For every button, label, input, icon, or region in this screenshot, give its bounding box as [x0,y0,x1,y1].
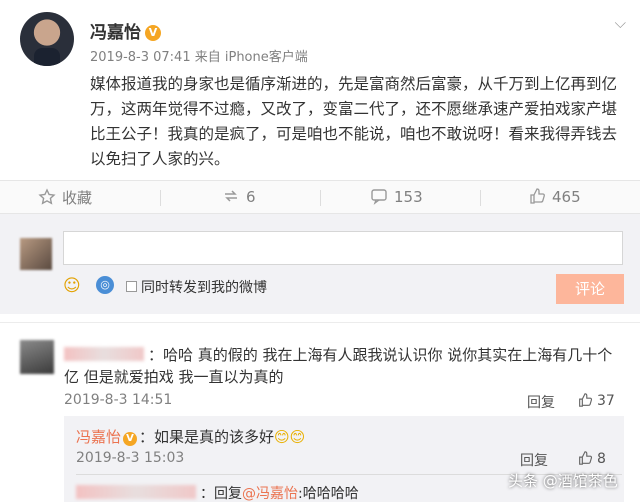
commenter-name[interactable] [64,347,144,361]
sub-reply-text: 冯嘉怡 V ：如果是真的该多好😊😊 [76,428,306,446]
comment-button[interactable]: 153 [370,187,423,206]
comment-icon [371,189,387,205]
author-avatar[interactable] [20,12,74,66]
comment-submit-button[interactable]: 评论 [556,274,624,304]
thumbs-up-icon [579,451,593,465]
comment-text: ：哈哈 真的假的 我在上海有人跟我说认识你 说你其实在上海有几十个亿 但是就爱拍… [64,346,613,386]
chevron-down-icon[interactable]: ⌵ [615,14,626,32]
author-name[interactable]: 冯嘉怡 V [90,18,161,43]
thumbs-up-icon [530,188,545,204]
action-bar: 收藏 6 153 465 [0,180,640,214]
favorite-button[interactable]: 收藏 [38,187,92,208]
source-watermark: 头条 @酒馆茶色 [508,472,618,490]
comment-reply-button[interactable]: 回复 [527,392,555,412]
comment-like-button[interactable]: 37 [577,392,615,409]
current-user-avatar [20,238,52,270]
sub-reply-like-button[interactable]: 8 [577,450,606,467]
post-meta: 2019-8-3 07:41 来自 iPhone客户端 [90,50,308,65]
sub-reply-time: 2019-8-3 15:03 [76,450,185,466]
sub-reply-2-text: ：回复@冯嘉怡:哈哈哈哈 [76,483,359,502]
emoji-icon[interactable]: ☺ [63,276,81,296]
divider [160,190,161,206]
sub-reply-reply-button[interactable]: 回复 [520,450,548,470]
divider [320,190,321,206]
sub-reply-author[interactable]: 冯嘉怡 [76,428,121,446]
comment-input[interactable] [63,231,623,265]
image-icon[interactable]: ◎ [96,276,114,294]
repost-checkbox[interactable] [126,281,137,292]
divider [480,190,481,206]
verified-badge-icon: V [145,25,161,41]
repost-button[interactable]: 6 [222,187,256,206]
mention-link[interactable]: @冯嘉怡 [242,486,298,502]
like-button[interactable]: 465 [528,187,581,206]
post-content: 媒体报道我的身家也是循序渐进的，先是富商然后富豪，从千万到上亿再到亿万，这两年觉… [90,75,618,168]
repost-checkbox-label: 同时转发到我的微博 [141,280,267,296]
comment-time: 2019-8-3 14:51 [64,392,173,408]
repost-icon [225,190,237,202]
star-icon [38,188,56,205]
verified-badge-icon: V [123,432,138,446]
thumbs-up-icon [579,393,593,407]
sub-reply-2-author[interactable] [76,485,196,499]
smile-emoji-icon: 😊😊 [274,428,306,446]
commenter-avatar[interactable] [20,340,54,374]
